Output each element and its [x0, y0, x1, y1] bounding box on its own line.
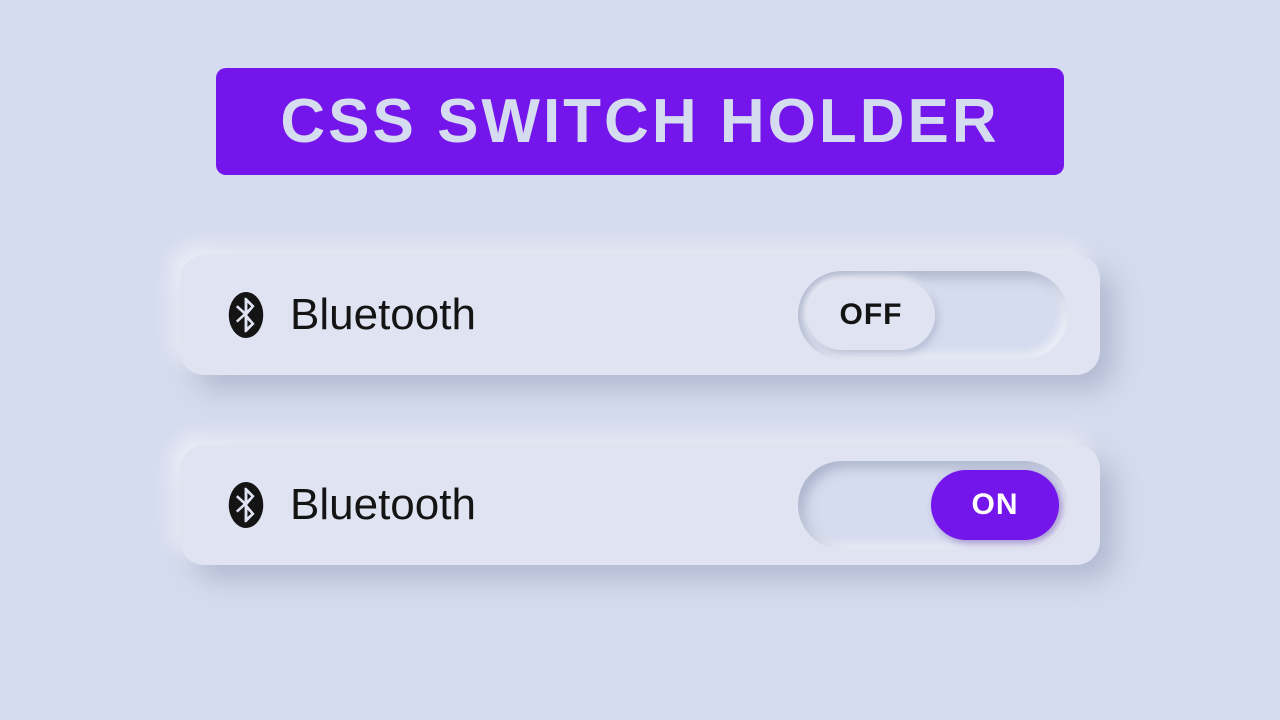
toggle-switch[interactable]: OFF	[798, 271, 1068, 359]
switch-container: Bluetooth OFF Bluetooth ON	[180, 255, 1100, 565]
switch-label-group: Bluetooth	[226, 480, 476, 530]
bluetooth-icon	[226, 482, 266, 528]
toggle-knob-on: ON	[931, 470, 1059, 540]
page-title: CSS SWITCH HOLDER	[216, 68, 1063, 175]
toggle-knob-off: OFF	[807, 280, 935, 350]
switch-label: Bluetooth	[290, 290, 476, 340]
switch-row-bluetooth-on: Bluetooth ON	[180, 445, 1100, 565]
switch-label: Bluetooth	[290, 480, 476, 530]
switch-row-bluetooth-off: Bluetooth OFF	[180, 255, 1100, 375]
toggle-switch[interactable]: ON	[798, 461, 1068, 549]
switch-label-group: Bluetooth	[226, 290, 476, 340]
bluetooth-icon	[226, 292, 266, 338]
